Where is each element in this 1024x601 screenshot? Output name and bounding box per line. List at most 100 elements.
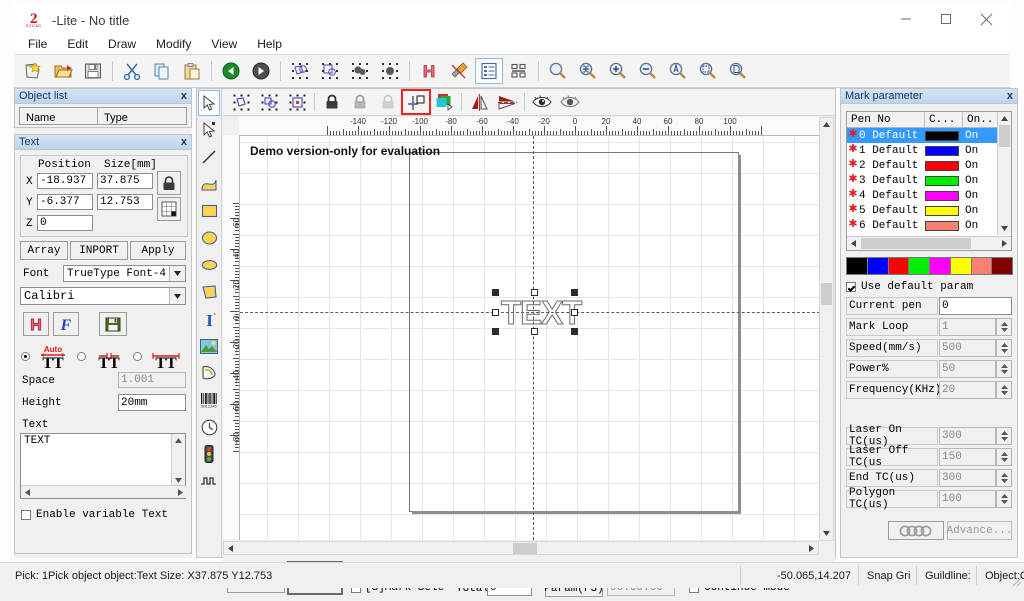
pen-table-hscrollbar[interactable] xyxy=(847,236,1011,250)
textarea-vscrollbar[interactable] xyxy=(171,434,185,486)
apply-button[interactable]: Apply xyxy=(130,241,186,260)
use-default-param-checkbox[interactable] xyxy=(846,282,856,292)
show-all-icon[interactable] xyxy=(529,91,555,113)
height-input[interactable]: 20mm xyxy=(118,394,186,411)
new-file-icon[interactable] xyxy=(19,58,47,84)
menu-item-help[interactable]: Help xyxy=(257,37,282,51)
import-button[interactable]: INPORT xyxy=(70,241,128,260)
canvas-vertical-scrollbar[interactable] xyxy=(819,117,834,541)
color-swatch[interactable] xyxy=(867,257,889,275)
hatch-settings-button[interactable]: H xyxy=(23,312,49,336)
pen-color-swatch[interactable] xyxy=(925,161,959,171)
pen-color-swatch[interactable] xyxy=(925,146,959,156)
resize-grip-icon[interactable] xyxy=(1010,575,1022,587)
minimize-button[interactable] xyxy=(886,4,926,34)
menu-item-draw[interactable]: Draw xyxy=(108,37,136,51)
redo-icon[interactable] xyxy=(247,58,275,84)
close-icon[interactable]: x xyxy=(181,90,187,102)
menu-item-edit[interactable]: Edit xyxy=(67,37,88,51)
pen-row[interactable]: ✱2 DefaultOn xyxy=(847,158,1011,173)
column-header-type[interactable]: Type xyxy=(98,108,186,124)
bitmap-tool[interactable] xyxy=(198,333,220,359)
pen-hscroll-thumb[interactable] xyxy=(861,238,971,249)
font-settings-button[interactable]: F xyxy=(53,312,79,336)
parameter-value-input[interactable]: 300 xyxy=(939,427,996,445)
resize-handle-bottom-left[interactable] xyxy=(492,328,499,335)
spinner-control[interactable] xyxy=(996,318,1012,336)
font-type-combo[interactable]: TrueType Font-4 xyxy=(63,265,186,282)
circle-tool[interactable] xyxy=(198,225,220,251)
pen-scroll-thumb[interactable] xyxy=(999,125,1010,147)
scroll-right-icon[interactable] xyxy=(805,542,818,554)
scroll-right-icon[interactable] xyxy=(998,237,1011,250)
spacing-mode-auto-radio[interactable] xyxy=(21,352,30,361)
scroll-left-icon[interactable] xyxy=(224,542,237,554)
hatch-icon[interactable]: H xyxy=(415,58,443,84)
rectangle-tool[interactable] xyxy=(198,198,220,224)
align-icon[interactable] xyxy=(505,58,533,84)
column-header-color[interactable]: C... xyxy=(925,112,963,127)
parameter-value-input[interactable]: 50 xyxy=(939,360,996,378)
zoom-all-icon[interactable] xyxy=(544,58,572,84)
close-icon[interactable]: x xyxy=(1007,90,1013,102)
close-button[interactable] xyxy=(966,4,1006,34)
enable-variable-text-checkbox[interactable] xyxy=(21,510,31,520)
color-swatch[interactable] xyxy=(971,257,993,275)
resize-handle-top-left[interactable] xyxy=(492,289,499,296)
scroll-down-icon[interactable] xyxy=(998,222,1011,235)
set-origin-icon[interactable] xyxy=(403,91,429,113)
parameter-value-input[interactable]: 100 xyxy=(939,490,996,508)
array-button[interactable]: Array xyxy=(20,241,68,260)
scroll-down-icon[interactable] xyxy=(820,527,833,540)
menu-item-view[interactable]: View xyxy=(211,37,237,51)
polygon-tool[interactable] xyxy=(198,279,220,305)
pen-color-swatch[interactable] xyxy=(925,131,959,141)
hide-icon[interactable] xyxy=(557,91,583,113)
tools-icon[interactable] xyxy=(445,58,473,84)
position-y-input[interactable]: -6.377 xyxy=(37,194,93,210)
save-file-icon[interactable] xyxy=(79,58,107,84)
cut-icon[interactable] xyxy=(118,58,146,84)
mirror-horizontal-icon[interactable] xyxy=(466,91,492,113)
uncombine-icon[interactable] xyxy=(376,58,404,84)
parameter-value-input[interactable]: 150 xyxy=(939,448,996,466)
position-x-input[interactable]: -18.937 xyxy=(37,173,93,189)
resize-handle-bottom-center[interactable] xyxy=(531,328,538,335)
resize-handle-middle-right[interactable] xyxy=(571,309,578,316)
scroll-right-icon[interactable] xyxy=(174,486,186,498)
pen-row[interactable]: ✱0 DefaultOn xyxy=(847,128,1011,143)
save-text-button[interactable] xyxy=(99,312,127,336)
resize-handle-middle-left[interactable] xyxy=(492,309,499,316)
ungroup-icon[interactable] xyxy=(316,58,344,84)
maximize-button[interactable] xyxy=(926,4,966,34)
size-x-input[interactable]: 37.875 xyxy=(97,173,153,189)
ellipse-tool[interactable] xyxy=(198,252,220,278)
resize-handle-top-right[interactable] xyxy=(571,289,578,296)
open-file-icon[interactable] xyxy=(49,58,77,84)
horizontal-scroll-thumb[interactable] xyxy=(513,543,537,554)
status-guideline[interactable]: Guildline: xyxy=(920,567,976,584)
scroll-up-icon[interactable] xyxy=(820,118,833,131)
color-swatch[interactable] xyxy=(846,257,868,275)
timer-tool[interactable] xyxy=(198,414,220,440)
curve-tool[interactable] xyxy=(198,171,220,197)
vector-file-tool[interactable] xyxy=(198,360,220,386)
fill-color-icon[interactable] xyxy=(431,91,457,113)
group-icon[interactable] xyxy=(286,58,314,84)
resize-handle-bottom-right[interactable] xyxy=(571,328,578,335)
color-swatch[interactable] xyxy=(991,257,1013,275)
column-header-name[interactable]: Name xyxy=(20,108,98,124)
position-z-input[interactable]: 0 xyxy=(37,215,93,231)
line-tool[interactable] xyxy=(198,144,220,170)
combine-icon[interactable] xyxy=(346,58,374,84)
textarea-hscrollbar[interactable] xyxy=(21,485,186,498)
node-edit-icon[interactable] xyxy=(228,91,254,113)
selected-text-object[interactable]: TEXT xyxy=(492,289,578,335)
pen-row[interactable]: ✱6 DefaultOn xyxy=(847,218,1011,233)
zoom-page-icon[interactable] xyxy=(724,58,752,84)
color-swatch[interactable] xyxy=(950,257,972,275)
menu-item-file[interactable]: File xyxy=(28,37,47,51)
object-list-icon[interactable] xyxy=(475,58,503,84)
horizontal-ruler[interactable]: -140-120-100-80-60-40-20020406080100 xyxy=(239,117,819,135)
object-list-grid[interactable]: Name Type xyxy=(19,107,187,125)
